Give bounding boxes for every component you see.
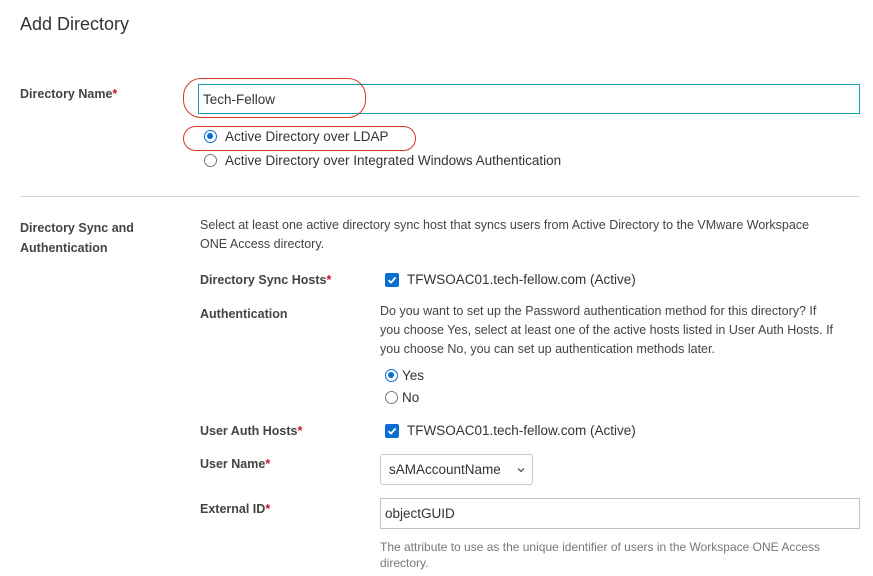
authentication-question-line2: you choose Yes, select at least one of t…: [380, 323, 834, 337]
sync-host-label: TFWSOAC01.tech-fellow.com (Active): [407, 272, 636, 287]
sync-section-description: Select at least one active directory syn…: [200, 216, 860, 254]
external-id-help-line1: The attribute to use as the unique ident…: [380, 540, 821, 554]
radio-iwa-label: Active Directory over Integrated Windows…: [225, 153, 562, 168]
sync-hosts-label-text: Directory Sync Hosts: [200, 273, 327, 287]
authentication-question-line3: you choose No, you can set up authentica…: [380, 342, 715, 356]
check-icon: [387, 427, 397, 435]
external-id-label: External ID*: [200, 499, 270, 519]
radio-auth-no[interactable]: No: [385, 390, 419, 405]
authentication-question: Do you want to set up the Password authe…: [380, 302, 860, 359]
radio-iwa-button[interactable]: [204, 154, 217, 167]
sync-hosts-label: Directory Sync Hosts*: [200, 270, 331, 290]
user-auth-hosts-label-text: User Auth Hosts: [200, 424, 298, 438]
radio-auth-yes-button[interactable]: [385, 369, 398, 382]
page-title: Add Directory: [20, 14, 130, 34]
user-auth-host-checkbox[interactable]: [385, 423, 399, 438]
user-name-label: User Name*: [200, 454, 270, 474]
sync-host-option[interactable]: TFWSOAC01.tech-fellow.com (Active): [385, 272, 636, 287]
user-name-label-text: User Name: [200, 457, 266, 471]
radio-ldap-label: Active Directory over LDAP: [225, 129, 389, 144]
user-name-select-value: sAMAccountName: [389, 462, 501, 477]
radio-auth-no-button[interactable]: [385, 391, 398, 404]
external-id-help: The attribute to use as the unique ident…: [380, 539, 860, 571]
radio-auth-no-label: No: [402, 390, 420, 405]
required-mark: *: [265, 457, 271, 471]
sync-section-label: Directory Sync and Authentication: [20, 218, 134, 258]
authentication-label: Authentication: [200, 307, 288, 321]
user-auth-hosts-label: User Auth Hosts*: [200, 421, 302, 441]
required-mark: *: [112, 87, 118, 101]
radio-ldap-button[interactable]: [204, 130, 217, 143]
sync-section-label-line2: Authentication: [20, 241, 108, 255]
external-id-input[interactable]: [380, 498, 860, 529]
user-auth-host-option[interactable]: TFWSOAC01.tech-fellow.com (Active): [385, 423, 636, 438]
required-mark: *: [297, 424, 303, 438]
chevron-down-icon: [517, 467, 525, 472]
user-name-select[interactable]: sAMAccountName: [380, 454, 533, 485]
directory-name-label-text: Directory Name: [20, 87, 113, 101]
directory-name-label: Directory Name*: [20, 84, 117, 104]
authentication-question-line1: Do you want to set up the Password authe…: [380, 304, 817, 318]
sync-description-line1: Select at least one active directory syn…: [200, 218, 810, 232]
check-icon: [387, 276, 397, 284]
sync-host-checkbox[interactable]: [385, 272, 399, 287]
radio-ldap[interactable]: Active Directory over LDAP: [204, 129, 389, 144]
directory-name-input[interactable]: [198, 84, 860, 114]
sync-section-label-line1: Directory Sync and: [20, 221, 134, 235]
sync-description-line2: ONE Access directory.: [200, 237, 325, 251]
radio-auth-yes-label: Yes: [402, 368, 425, 383]
radio-iwa[interactable]: Active Directory over Integrated Windows…: [204, 153, 561, 168]
external-id-help-line2: directory.: [380, 556, 429, 570]
external-id-label-text: External ID: [200, 502, 266, 516]
section-divider: [20, 196, 860, 197]
radio-auth-yes[interactable]: Yes: [385, 368, 424, 383]
user-auth-host-label: TFWSOAC01.tech-fellow.com (Active): [407, 423, 636, 438]
required-mark: *: [265, 502, 271, 516]
required-mark: *: [326, 273, 332, 287]
